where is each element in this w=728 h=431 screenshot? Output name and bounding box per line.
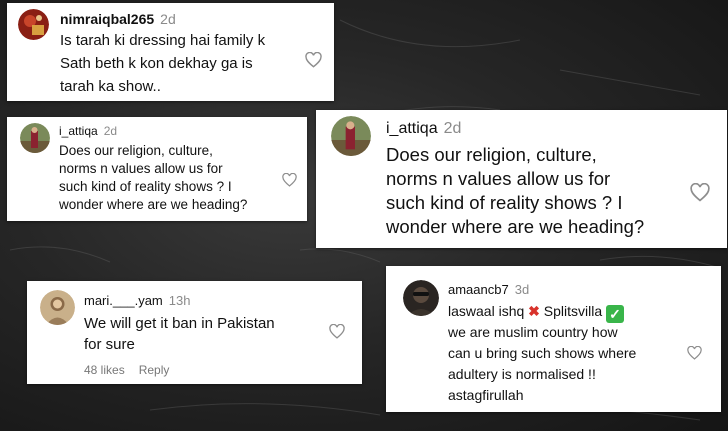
username-text[interactable]: mari.___.yam [84, 293, 163, 308]
likes-count[interactable]: 48 likes [84, 363, 125, 377]
reply-link[interactable]: Reply [139, 363, 170, 377]
comment-text: Does our religion, culture, norms n valu… [386, 144, 645, 237]
heart-outline-icon[interactable] [690, 183, 710, 202]
username[interactable]: amaancb7 3d [448, 282, 529, 297]
avatar[interactable] [18, 9, 49, 40]
comment-card-5: amaancb7 3d laswaal ishq ✖ Splitsvilla ✓ … [386, 266, 721, 412]
comment-text: Is tarah ki dressing hai family k Sath b… [60, 32, 266, 95]
comment-text-part: laswaal ishq [448, 303, 525, 319]
comment-card-4: mari.___.yam 13h We will get it ban in Pa… [27, 281, 362, 384]
timestamp: 2d [160, 11, 176, 27]
avatar[interactable] [40, 290, 75, 325]
cross-mark-emoji: ✖ [528, 303, 540, 319]
timestamp: 3d [514, 282, 530, 297]
heart-outline-icon[interactable] [329, 324, 345, 339]
check-mark-emoji: ✓ [606, 305, 625, 323]
timestamp: 13h [168, 293, 191, 308]
username-text[interactable]: nimraiqbal265 [60, 11, 154, 27]
comment-text: Does our religion, culture, norms n valu… [59, 143, 248, 212]
username[interactable]: i_attiqa 2d [386, 120, 461, 138]
username[interactable]: mari.___.yam 13h [84, 293, 190, 308]
comment-meta: 48 likes Reply [84, 363, 169, 377]
username[interactable]: i_attiqa 2d [59, 124, 117, 138]
avatar[interactable] [331, 116, 371, 156]
comment-card-3: i_attiqa 2d Does our religion, culture, n… [316, 110, 727, 248]
timestamp: 2d [103, 124, 118, 138]
comment-first-line: laswaal ishq ✖ Splitsvilla ✓ [448, 301, 625, 323]
comment-text: We will get it ban in Pakistan for sure [84, 315, 275, 353]
heart-outline-icon[interactable] [305, 52, 322, 68]
comment-card-2: i_attiqa 2d Does our religion, culture, n… [7, 117, 307, 221]
comment-card-1: nimraiqbal265 2d Is tarah ki dressing hai… [7, 3, 334, 101]
timestamp: 2d [443, 120, 462, 137]
heart-outline-icon[interactable] [687, 346, 702, 360]
avatar[interactable] [403, 280, 439, 316]
username-text[interactable]: i_attiqa [59, 124, 98, 138]
comment-text-part: Splitsvilla [543, 303, 603, 319]
heart-outline-icon[interactable] [282, 173, 297, 187]
avatar[interactable] [20, 123, 50, 153]
comment-text: we are muslim country how can u bring su… [448, 324, 637, 403]
username-text[interactable]: i_attiqa [386, 120, 438, 137]
username-text[interactable]: amaancb7 [448, 282, 509, 297]
username[interactable]: nimraiqbal265 2d [60, 11, 176, 27]
